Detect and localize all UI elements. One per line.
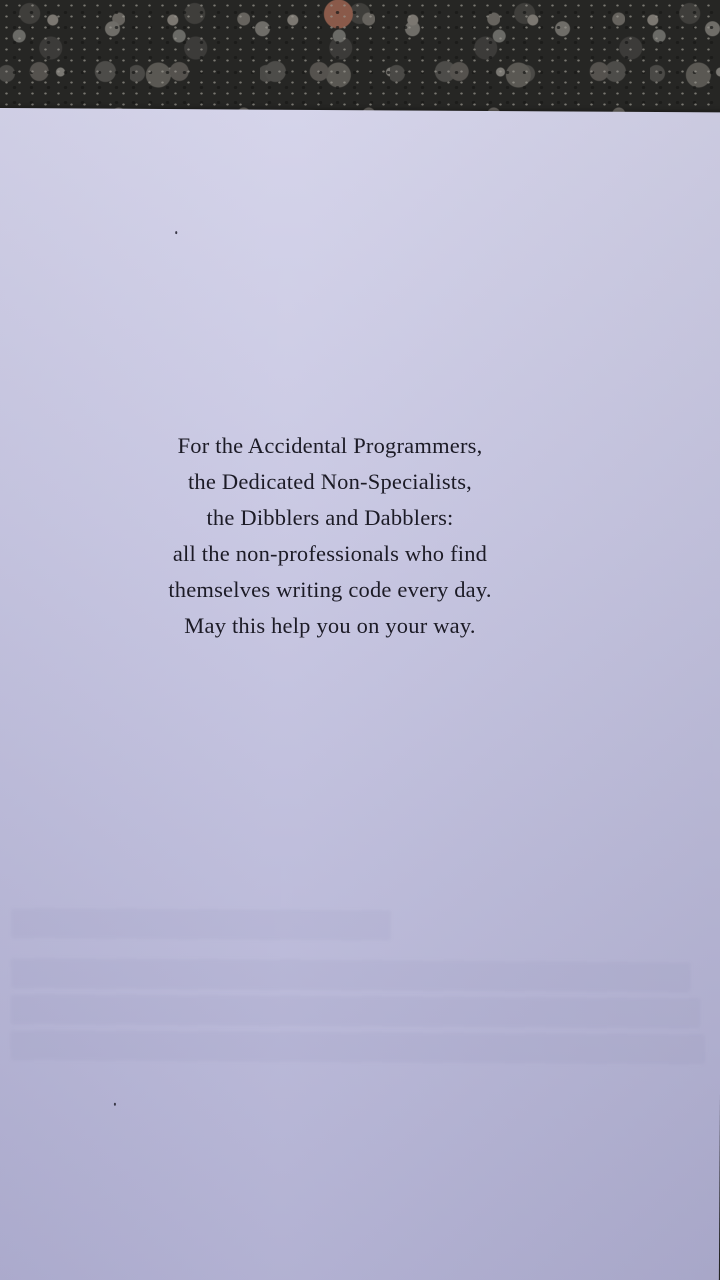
dedication-line: themselves writing code every day. [168, 577, 492, 602]
dedication-line: May this help you on your way. [184, 613, 476, 638]
paper-shading [0, 108, 720, 1280]
dedication-line: the Dibblers and Dabblers: [206, 505, 454, 530]
paper-fleck [175, 231, 178, 235]
paper-page [0, 108, 720, 1280]
dedication-line: For the Accidental Programmers, [177, 433, 483, 458]
bleed-through-shadow [10, 908, 711, 1070]
dedication-line: the Dedicated Non-Specialists, [187, 469, 473, 494]
dedication-line: all the non-professionals who find [172, 541, 488, 566]
paper-fleck [113, 1102, 116, 1106]
photo-scene: For the Accidental Programmers, the Dedi… [0, 0, 720, 1280]
dedication-text: For the Accidental Programmers, the Dedi… [120, 428, 540, 644]
